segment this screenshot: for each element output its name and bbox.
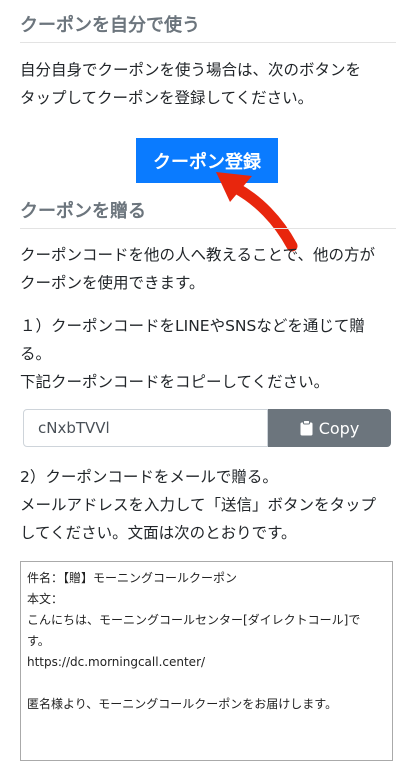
clipboard-icon bbox=[300, 420, 313, 436]
text-line: してください。文面は次のとおりです。 bbox=[20, 524, 297, 542]
mail-line: こんにちは、モーニングコールセンター[ダイレクトコール]で bbox=[27, 613, 361, 627]
step1-text: １）クーポンコードをLINEやSNSなどを通じて贈 る。 下記クーポンコードをコ… bbox=[20, 312, 396, 396]
text-line: クーポンコードを他の人へ教えることで、他の方が bbox=[20, 246, 375, 264]
text-line: メールアドレスを入力して「送信」ボタンをタップ bbox=[20, 496, 377, 514]
text-line: クーポンを使用できます。 bbox=[20, 274, 205, 292]
text-line: タップしてクーポンを登録してください。 bbox=[20, 89, 314, 107]
section-heading-gift: クーポンを贈る bbox=[20, 200, 396, 229]
mail-line: https://dc.morningcall.center/ bbox=[27, 655, 206, 669]
coupon-code-group: cNxbTVVl Copy bbox=[23, 409, 391, 447]
use-self-description: 自分自身でクーポンを使う場合は、次のボタンを タップしてクーポンを登録してくださ… bbox=[20, 56, 396, 112]
text-line: る。 bbox=[20, 345, 52, 363]
coupon-code-input[interactable]: cNxbTVVl bbox=[23, 409, 268, 447]
text-line: 下記クーポンコードをコピーしてください。 bbox=[20, 373, 330, 391]
copy-button-label: Copy bbox=[318, 418, 360, 438]
text-line: １）クーポンコードをLINEやSNSなどを通じて贈 bbox=[20, 317, 365, 335]
copy-button[interactable]: Copy bbox=[268, 409, 391, 447]
gift-intro: クーポンコードを他の人へ教えることで、他の方が クーポンを使用できます。 bbox=[20, 241, 396, 297]
step2-text: 2）クーポンコードをメールで贈る。 メールアドレスを入力して「送信」ボタンをタッ… bbox=[20, 463, 396, 547]
mail-line: 本文： bbox=[27, 592, 64, 606]
mail-line: 件名：【贈】モーニングコールクーポン bbox=[27, 571, 238, 585]
mail-line bbox=[27, 673, 386, 694]
mail-template-box[interactable]: 件名：【贈】モーニングコールクーポン 本文： こんにちは、モーニングコールセンタ… bbox=[20, 561, 393, 761]
mail-line: す。 bbox=[27, 634, 50, 648]
mail-line: 匿名様より、モーニングコールクーポンをお届けします。 bbox=[27, 697, 338, 711]
section-heading-use-self: クーポンを自分で使う bbox=[20, 14, 396, 43]
text-line: 自分自身でクーポンを使う場合は、次のボタンを bbox=[20, 61, 362, 79]
text-line: 2）クーポンコードをメールで贈る。 bbox=[20, 468, 278, 486]
